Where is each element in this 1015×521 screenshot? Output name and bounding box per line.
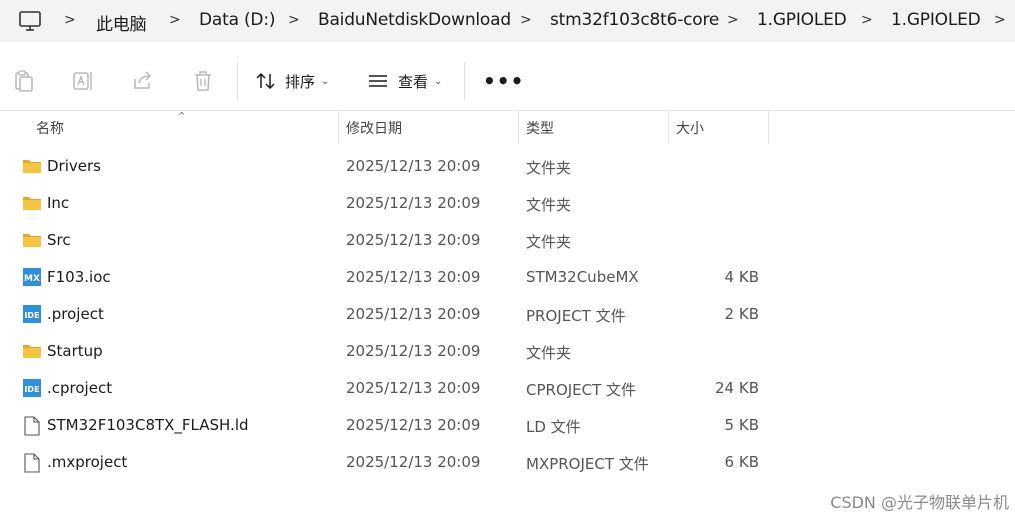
rename-icon[interactable]: [71, 69, 95, 93]
file-row[interactable]: Src 2025/12/13 20:09 文件夹: [0, 222, 1015, 259]
file-row[interactable]: .mxproject 2025/12/13 20:09 MXPROJECT 文件 6 …: [0, 444, 1015, 481]
sort-button[interactable]: 排序 ⌄: [255, 69, 329, 93]
column-divider[interactable]: [338, 110, 339, 144]
view-label: 查看: [398, 72, 429, 91]
column-divider[interactable]: [668, 110, 669, 144]
delete-icon[interactable]: [191, 69, 215, 93]
folder-icon: [22, 157, 42, 175]
file-modified-date: 2025/12/13 20:09: [346, 342, 481, 360]
breadcrumb-item-gpioled-current[interactable]: 1.GPIOLED: [891, 10, 981, 30]
column-header-date[interactable]: 修改日期: [346, 118, 402, 138]
breadcrumb-item-this-pc[interactable]: 此电脑: [96, 10, 147, 35]
file-type: PROJECT 文件: [526, 307, 626, 325]
file-size: 4 KB: [724, 268, 759, 286]
file-size: 2 KB: [724, 305, 759, 323]
list-view-icon: [369, 75, 387, 87]
chevron-down-icon: ⌄: [434, 75, 443, 87]
file-row[interactable]: STM32F103C8TX_FLASH.ld 2025/12/13 20:09 LD…: [0, 407, 1015, 444]
file-modified-date: 2025/12/13 20:09: [346, 453, 481, 471]
file-name: Inc: [47, 194, 70, 212]
file-modified-date: 2025/12/13 20:09: [346, 305, 481, 323]
column-header-size[interactable]: 大小: [676, 118, 704, 138]
breadcrumb-separator-icon[interactable]: >: [288, 12, 300, 28]
command-bar: 排序 ⌄ 查看 ⌄ •••: [0, 52, 1015, 111]
column-divider[interactable]: [768, 110, 769, 144]
svg-text:IDE: IDE: [24, 311, 39, 320]
file-modified-date: 2025/12/13 20:09: [346, 194, 481, 212]
file-modified-date: 2025/12/13 20:09: [346, 157, 481, 175]
file-row[interactable]: IDE .cproject 2025/12/13 20:09 CPROJECT 文件 2…: [0, 370, 1015, 407]
toolbar-divider: [464, 62, 465, 100]
file-row[interactable]: Startup 2025/12/13 20:09 文件夹: [0, 333, 1015, 370]
file-name: Drivers: [47, 157, 101, 175]
svg-text:MX: MX: [24, 274, 40, 284]
folder-icon: [22, 342, 42, 360]
file-icon: [22, 416, 42, 436]
folder-icon: [22, 194, 42, 212]
folder-icon: [22, 231, 42, 249]
toolbar-divider: [237, 62, 238, 100]
ide-file-icon: IDE: [22, 305, 42, 323]
column-divider[interactable]: [518, 110, 519, 144]
file-size: 24 KB: [715, 379, 759, 397]
breadcrumb-separator-icon[interactable]: >: [994, 12, 1006, 28]
file-type: 文件夹: [526, 233, 572, 251]
file-row[interactable]: Inc 2025/12/13 20:09 文件夹: [0, 185, 1015, 222]
file-type: MXPROJECT 文件: [526, 455, 649, 473]
sort-label: 排序: [285, 72, 316, 91]
share-icon[interactable]: [131, 69, 155, 93]
breadcrumb-separator-icon[interactable]: >: [520, 12, 532, 28]
breadcrumb-separator-icon[interactable]: >: [169, 12, 181, 28]
file-modified-date: 2025/12/13 20:09: [346, 416, 481, 434]
breadcrumb-item-download-folder[interactable]: BaiduNetdiskDownload: [318, 10, 511, 30]
file-modified-date: 2025/12/13 20:09: [346, 231, 481, 249]
file-type: CPROJECT 文件: [526, 381, 637, 399]
file-icon: [22, 453, 42, 473]
sort-icon: [256, 72, 275, 90]
file-type: 文件夹: [526, 344, 572, 362]
more-options-button[interactable]: •••: [483, 69, 524, 93]
file-name: F103.ioc: [47, 268, 111, 286]
watermark-text: CSDN @光子物联单片机: [830, 493, 1009, 512]
sort-ascending-icon: ⌃: [177, 110, 187, 123]
breadcrumb-separator-icon[interactable]: >: [727, 12, 739, 28]
breadcrumb-separator-icon[interactable]: >: [861, 12, 873, 28]
file-name: .project: [47, 305, 104, 323]
file-size: 5 KB: [724, 416, 759, 434]
file-type: LD 文件: [526, 418, 581, 436]
ide-file-icon: IDE: [22, 379, 42, 397]
file-modified-date: 2025/12/13 20:09: [346, 379, 481, 397]
file-modified-date: 2025/12/13 20:09: [346, 268, 481, 286]
file-type: 文件夹: [526, 159, 572, 177]
view-button[interactable]: 查看 ⌄: [367, 69, 442, 93]
file-row[interactable]: IDE .project 2025/12/13 20:09 PROJECT 文件 2 K…: [0, 296, 1015, 333]
chevron-down-icon: ⌄: [321, 75, 330, 87]
column-header-type[interactable]: 类型: [526, 118, 554, 138]
computer-icon[interactable]: [18, 10, 42, 32]
breadcrumb-item-drive[interactable]: Data (D:): [199, 10, 275, 30]
file-size: 6 KB: [724, 453, 759, 471]
address-bar[interactable]: > 此电脑 > Data (D:) > BaiduNetdiskDownload…: [0, 0, 1015, 42]
column-header-name[interactable]: 名称: [36, 118, 64, 138]
paste-icon[interactable]: [12, 69, 36, 93]
file-name: STM32F103C8TX_FLASH.ld: [47, 416, 249, 434]
file-type: STM32CubeMX: [526, 268, 639, 286]
file-name: Startup: [47, 342, 103, 360]
svg-text:IDE: IDE: [24, 385, 39, 394]
mx-file-icon: MX: [22, 268, 42, 286]
file-name: Src: [47, 231, 71, 249]
file-type: 文件夹: [526, 196, 572, 214]
file-row[interactable]: Drivers 2025/12/13 20:09 文件夹: [0, 148, 1015, 185]
column-header-row: ⌃ 名称 修改日期 类型 大小: [0, 110, 1015, 144]
breadcrumb-item-gpioled-parent[interactable]: 1.GPIOLED: [757, 10, 847, 30]
file-name: .cproject: [47, 379, 113, 397]
breadcrumb-item-project-folder[interactable]: stm32f103c8t6-core: [550, 10, 719, 30]
file-row[interactable]: MX F103.ioc 2025/12/13 20:09 STM32CubeMX 4 K…: [0, 259, 1015, 296]
breadcrumb-separator-icon[interactable]: >: [64, 12, 76, 28]
file-name: .mxproject: [47, 453, 128, 471]
